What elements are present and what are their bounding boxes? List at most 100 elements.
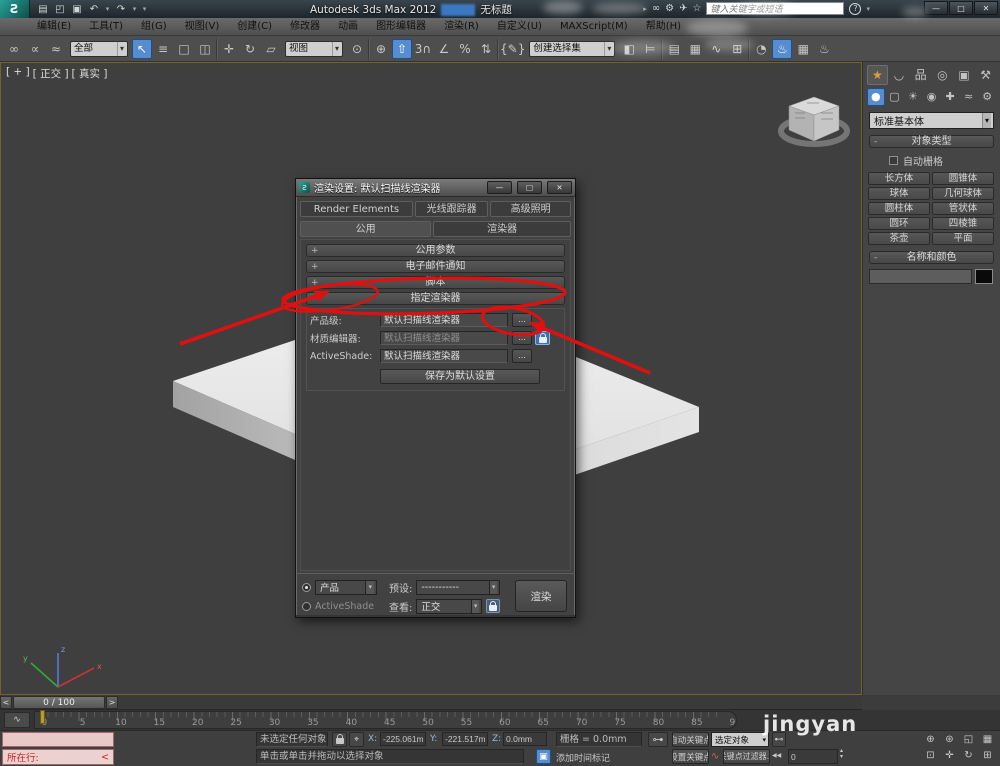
select-by-name-icon[interactable]: ≡ [153, 39, 173, 59]
infocenter-collapse-icon[interactable]: ▸ [643, 5, 647, 13]
object-type-button[interactable]: 茶壶 [868, 232, 930, 245]
render-button[interactable]: 渲染 [515, 580, 567, 612]
zoom-icon[interactable]: ⊕ [922, 733, 939, 747]
select-and-rotate-icon[interactable]: ↻ [240, 39, 260, 59]
cat-shapes-icon[interactable]: ▢ [886, 88, 904, 106]
favorites-star-icon[interactable]: ☆ [693, 3, 702, 14]
save-as-defaults-button[interactable]: 保存为默认设置 [380, 369, 540, 384]
named-selection-sets-icon[interactable]: {✎} [500, 39, 525, 59]
select-and-move-icon[interactable]: ✛ [219, 39, 239, 59]
menu-item[interactable]: 组(G) [132, 18, 176, 36]
lock-to-production-button[interactable] [535, 331, 550, 345]
menu-item[interactable]: 工具(T) [80, 18, 132, 36]
object-type-rollout[interactable]: - 对象类型 [869, 135, 994, 148]
help-dropdown-icon[interactable]: ▾ [866, 5, 870, 13]
cat-systems-icon[interactable]: ⚙ [978, 88, 996, 106]
search-binoculars-icon[interactable]: ∞ [652, 3, 660, 14]
spinner-snap-icon[interactable]: ⇅ [476, 39, 496, 59]
menu-item[interactable]: 修改器 [281, 18, 329, 36]
collapsed-rollout[interactable]: + 公用参数 [306, 244, 565, 257]
y-coordinate-field[interactable] [442, 732, 488, 746]
selection-region-icon[interactable]: □ [174, 39, 194, 59]
save-file-icon[interactable]: ▣ [70, 4, 84, 15]
maxscript-listener-line[interactable]: 所在行: < [2, 749, 114, 765]
viewport-general-menu[interactable]: [ + ] [6, 66, 30, 81]
time-tag-toggle-icon[interactable]: ▣ [536, 749, 551, 764]
subscription-icon[interactable]: ⚙ [665, 3, 674, 14]
assign-renderer-rollout[interactable]: - 指定渲染器 [306, 292, 565, 305]
mirror-icon[interactable]: ◧ [619, 39, 639, 59]
zoom-region-icon[interactable]: ⊡ [922, 749, 939, 763]
collapsed-rollout[interactable]: + 脚本 [306, 276, 565, 289]
next-frame-button[interactable]: > [106, 696, 118, 709]
menu-item[interactable]: 自定义(U) [488, 18, 551, 36]
redo-icon[interactable]: ↷ [114, 4, 128, 15]
zoom-all-icon[interactable]: ⊛ [941, 733, 958, 747]
tab-modify-icon[interactable]: ◡ [889, 65, 910, 85]
menu-item[interactable]: 创建(C) [228, 18, 281, 36]
tab-advanced-lighting[interactable]: 高级照明 [490, 201, 571, 217]
tab-motion-icon[interactable]: ◎ [932, 65, 953, 85]
tab-common[interactable]: 公用 [300, 221, 431, 237]
absolute-mode-icon[interactable]: ⌖ [349, 732, 364, 747]
key-filters-button[interactable]: 关键点过滤器... [723, 749, 770, 764]
menu-item[interactable]: 编辑(E) [28, 18, 80, 36]
subcategory-dropdown[interactable]: 标准基本体 ▾ [869, 112, 994, 129]
material-editor-icon[interactable]: ◔ [751, 39, 771, 59]
spin-down-icon[interactable]: ▾ [840, 754, 843, 760]
tab-display-icon[interactable]: ▣ [954, 65, 975, 85]
tab-create-icon[interactable]: ★ [867, 65, 888, 85]
reference-coordinate-dropdown[interactable]: 视图 [285, 41, 343, 57]
cat-cameras-icon[interactable]: ◉ [923, 88, 941, 106]
bind-to-space-warp-icon[interactable]: ≈ [46, 39, 66, 59]
previous-key-icon[interactable]: ◀◀ [772, 752, 781, 759]
preset-dropdown[interactable]: ----------- ▾ [416, 580, 500, 595]
tab-utilities-icon[interactable]: ⚒ [975, 65, 996, 85]
cat-lights-icon[interactable]: ☀ [904, 88, 922, 106]
graphite-ribbon-icon[interactable]: ▦ [685, 39, 705, 59]
redo-dropdown-icon[interactable]: ▾ [131, 5, 138, 13]
separator[interactable] [661, 39, 663, 59]
window-crossing-icon[interactable]: ◫ [195, 39, 215, 59]
maximize-viewport-icon[interactable]: ⊞ [979, 749, 996, 763]
named-selection-dropdown[interactable]: 创建选择集 [529, 41, 615, 57]
select-and-scale-icon[interactable]: ▱ [261, 39, 281, 59]
viewport-pov-menu[interactable]: [ 正交 ] [33, 66, 69, 81]
object-type-button[interactable]: 几何球体 [932, 187, 994, 200]
object-color-swatch[interactable] [975, 269, 993, 284]
menu-item[interactable]: 图形编辑器 [367, 18, 435, 36]
view-cube[interactable] [781, 97, 847, 144]
zoom-extents-icon[interactable]: ◱ [960, 733, 977, 747]
object-type-button[interactable]: 圆锥体 [932, 172, 994, 185]
z-coordinate-field[interactable] [503, 732, 547, 746]
object-name-field[interactable] [869, 269, 972, 284]
keyboard-override-icon[interactable]: ⇧ [392, 39, 412, 59]
menu-item[interactable]: 动画 [329, 18, 367, 36]
selected-object-dropdown[interactable]: 选定对象 ▾ [711, 732, 769, 747]
select-and-link-icon[interactable]: ∞ [4, 39, 24, 59]
menu-item[interactable]: MAXScript(M) [551, 18, 637, 36]
cat-geometry-icon[interactable]: ● [867, 88, 885, 106]
name-color-rollout[interactable]: - 名称和颜色 [869, 251, 994, 264]
app-logo-icon[interactable]: Ƨ [0, 0, 30, 18]
menu-item[interactable]: 渲染(R) [435, 18, 488, 36]
set-key-button[interactable]: 设置关键点 [672, 749, 709, 764]
select-and-manipulate-icon[interactable]: ⊕ [371, 39, 391, 59]
production-radio[interactable] [302, 583, 311, 592]
dialog-maximize-button[interactable]: □ [517, 181, 542, 194]
close-button[interactable]: ✕ [974, 1, 998, 15]
communication-icon[interactable]: ✈ [679, 3, 687, 14]
activeshade-radio[interactable] [302, 602, 311, 611]
tab-render-elements[interactable]: Render Elements [300, 201, 413, 217]
render-setup-icon[interactable]: ♨ [772, 39, 792, 59]
object-type-button[interactable]: 球体 [868, 187, 930, 200]
object-type-button[interactable]: 管状体 [932, 202, 994, 215]
object-type-button[interactable]: 长方体 [868, 172, 930, 185]
schematic-view-icon[interactable]: ⊞ [727, 39, 747, 59]
zoom-extents-all-icon[interactable]: ▦ [979, 733, 996, 747]
set-key-icon[interactable]: ⊶ [648, 732, 668, 747]
menu-item[interactable]: 帮助(H) [637, 18, 690, 36]
separator[interactable] [216, 39, 218, 59]
cat-helpers-icon[interactable]: ✚ [941, 88, 959, 106]
menu-item[interactable]: 视图(V) [176, 18, 229, 36]
